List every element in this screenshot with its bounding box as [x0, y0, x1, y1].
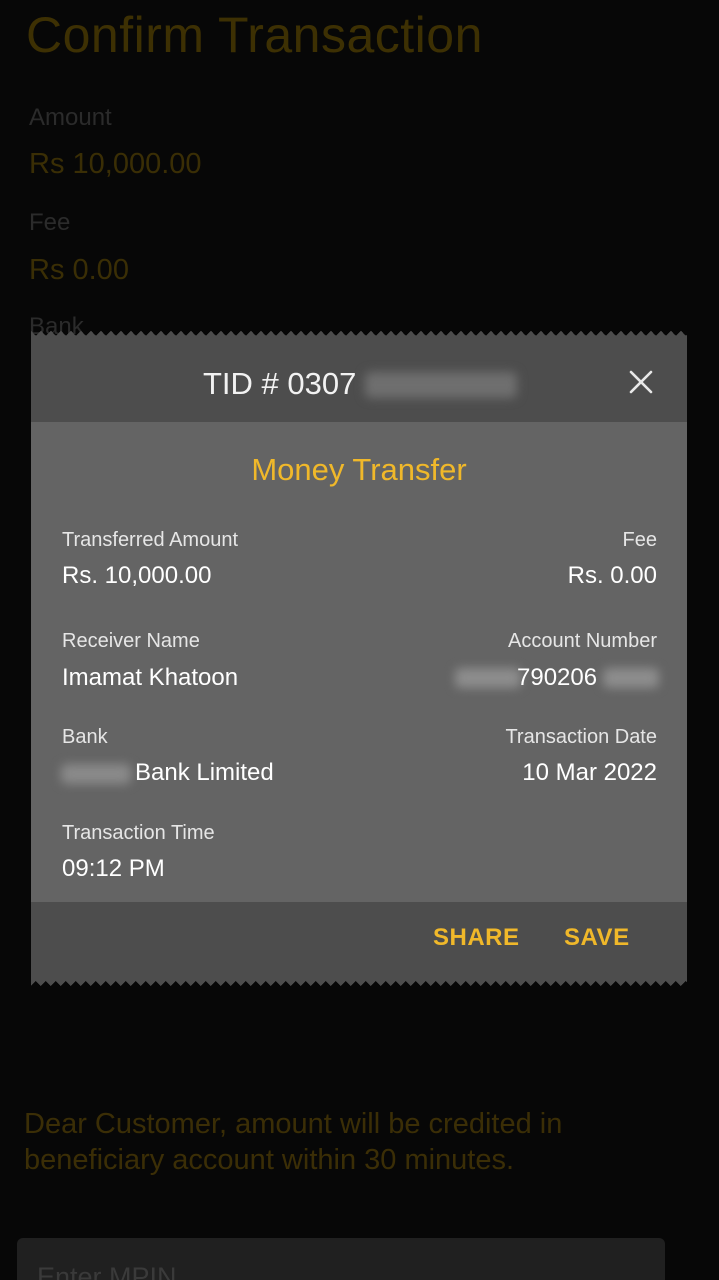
bank-value: Bank Limited	[135, 759, 274, 786]
fee-label: Fee	[622, 529, 657, 551]
dialog-header: TID # 0307	[31, 336, 687, 422]
fee-value: Rs 0.00	[29, 254, 129, 286]
receiver-name-label: Receiver Name	[62, 630, 200, 652]
mpin-placeholder: Enter MPIN	[37, 1262, 177, 1280]
bank-name-redaction	[61, 764, 131, 784]
account-number-redaction-prefix	[455, 668, 521, 688]
transaction-date-label: Transaction Date	[505, 726, 657, 748]
dialog-footer: SHARE SAVE	[31, 902, 687, 981]
fee-value: Rs. 0.00	[567, 562, 657, 589]
transaction-id: TID # 0307	[203, 366, 357, 401]
credit-notice: Dear Customer, amount will be credited i…	[24, 1108, 563, 1176]
close-icon[interactable]	[627, 368, 655, 396]
amount-label: Amount	[29, 104, 112, 131]
dialog-title: Money Transfer	[251, 452, 467, 487]
account-number-value: 790206	[517, 664, 598, 691]
amount-value: Rs 10,000.00	[29, 148, 202, 180]
transaction-date-value: 10 Mar 2022	[522, 759, 657, 786]
receipt-edge-bottom	[31, 979, 687, 986]
page-title: Confirm Transaction	[26, 7, 483, 63]
account-number-redaction-suffix	[603, 668, 659, 688]
transaction-time-label: Transaction Time	[62, 822, 215, 844]
bank-label: Bank	[62, 726, 108, 748]
share-button[interactable]: SHARE	[433, 924, 520, 952]
mpin-input[interactable]: Enter MPIN	[17, 1238, 665, 1280]
fee-label: Fee	[29, 209, 71, 236]
transferred-amount-value: Rs. 10,000.00	[62, 562, 212, 589]
save-button[interactable]: SAVE	[564, 924, 630, 952]
receiver-name-value: Imamat Khatoon	[62, 664, 239, 691]
receipt-dialog: TID # 0307 Money Transfer Transferred Am…	[31, 331, 687, 986]
tid-redaction	[365, 372, 517, 398]
screen: Confirm Transaction Amount Rs 10,000.00 …	[0, 0, 719, 1280]
account-number-label: Account Number	[508, 630, 657, 652]
transferred-amount-label: Transferred Amount	[62, 529, 239, 551]
transaction-time-value: 09:12 PM	[62, 855, 165, 882]
